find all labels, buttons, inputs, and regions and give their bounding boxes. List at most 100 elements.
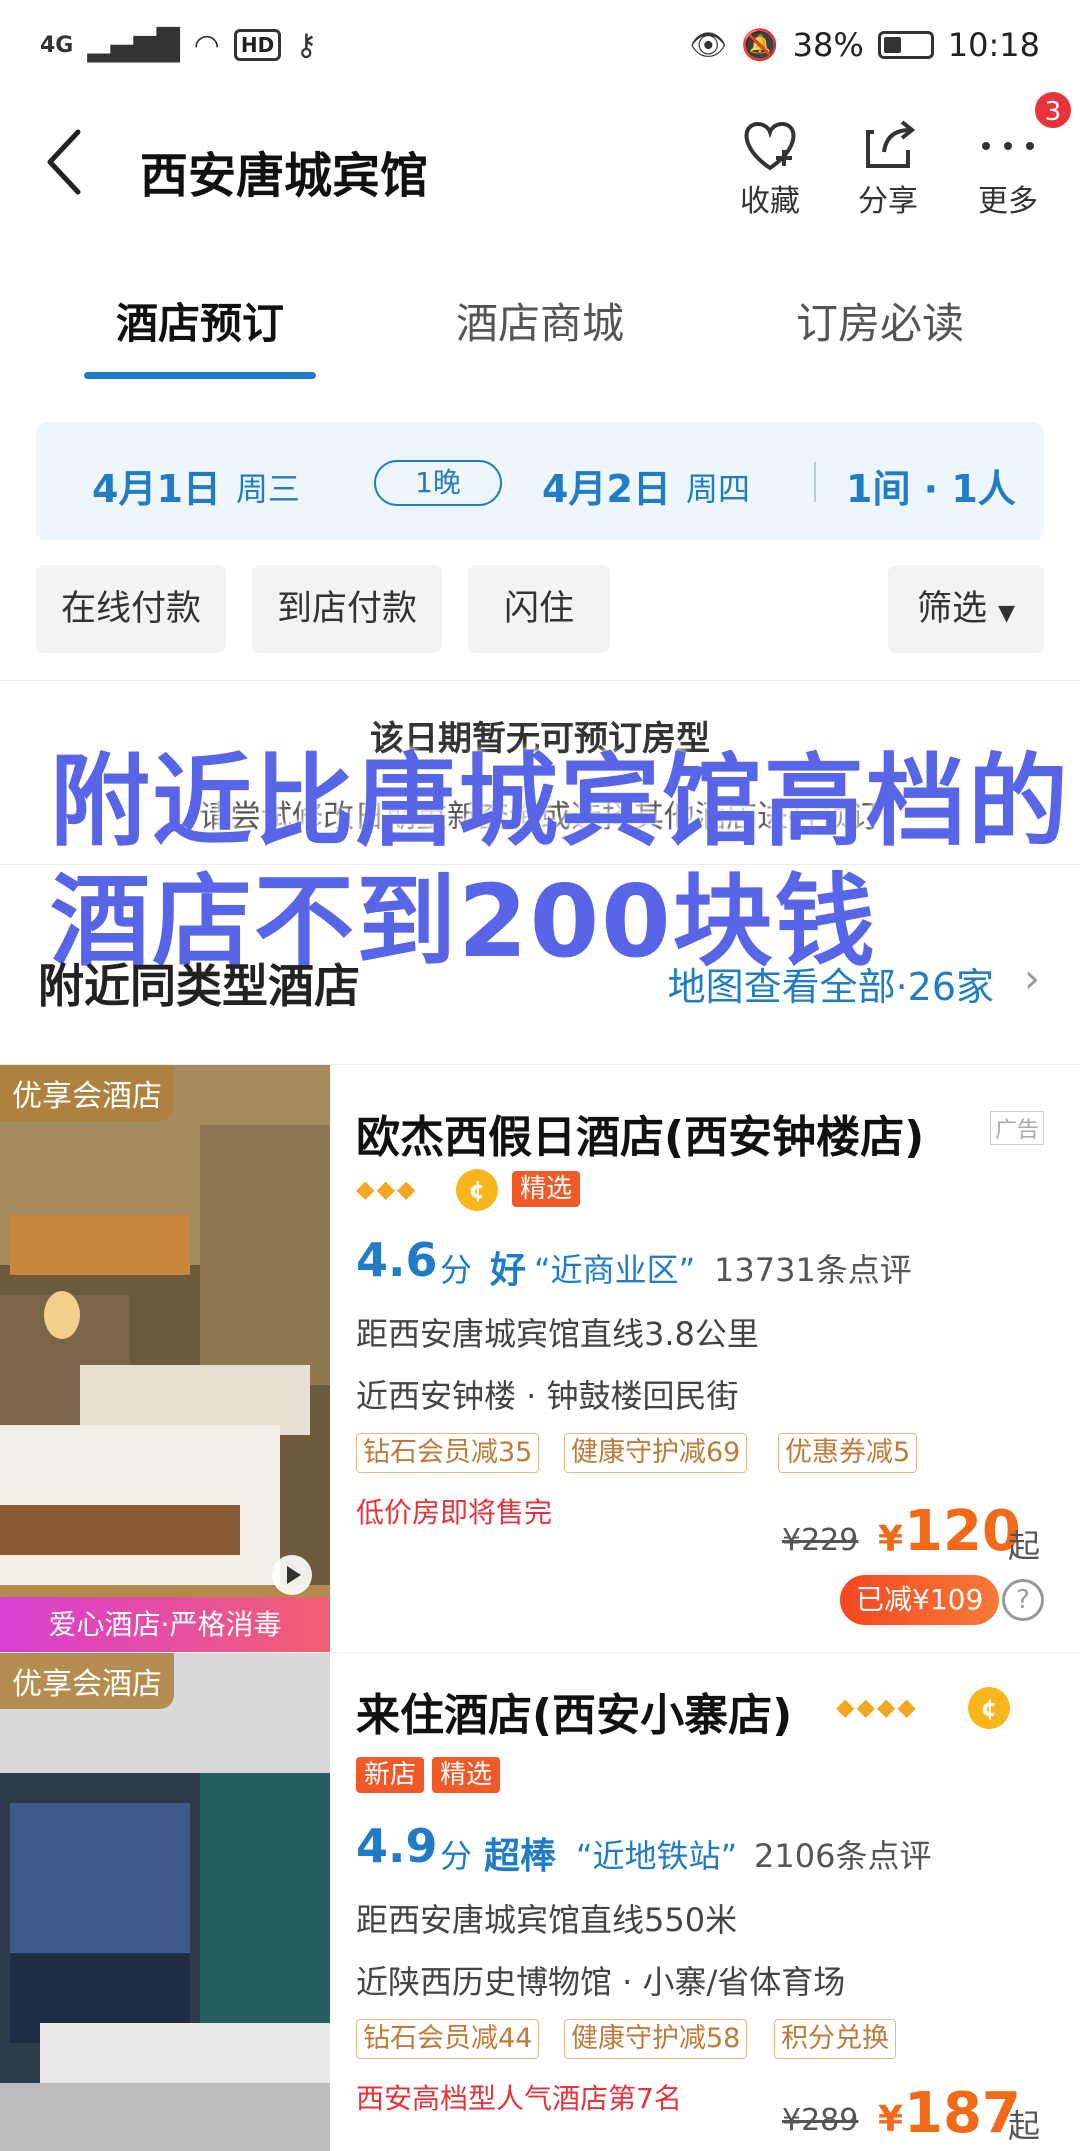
currency-symbol: ¥ <box>878 2099 904 2140</box>
score-tag: “近商业区” <box>534 1251 696 1289</box>
filter-flash-stay[interactable]: 闪住 <box>468 565 610 653</box>
share-icon <box>866 120 916 168</box>
diamond-rating-icon: ◆◆◆ <box>356 1175 418 1203</box>
hotel-info: 欧杰西假日酒店(西安钟楼店) 广告 ◆◆◆ ¢ 精选 4.6 分 好 “近商业区… <box>356 1065 1056 1653</box>
promo-tag: 钻石会员减44 <box>356 2019 540 2059</box>
hotel-card[interactable]: 优享会酒店 来住酒店(西安小寨店) ◆◆◆◆ ¢ 新店 精选 4.9 分 超棒 … <box>0 1652 1080 2151</box>
checkin-weekday: 周三 <box>236 470 301 508</box>
hotel-photo[interactable]: 优享会酒店 <box>0 1653 330 2151</box>
header: 西安唐城宾馆 收藏 分享 更多 3 <box>0 90 1080 250</box>
checkout-weekday: 周四 <box>686 470 751 508</box>
battery-fill <box>883 37 901 53</box>
distance: 距西安唐城宾馆直线550米 <box>356 1901 738 1939</box>
promo-tag: 健康守护减69 <box>564 1433 748 1473</box>
tab-bar: 酒店预订 酒店商城 订房必读 <box>0 270 1080 380</box>
score: 4.6 <box>356 1233 438 1287</box>
score-unit: 分 <box>440 1251 473 1289</box>
price-suffix: 起 <box>1008 1527 1041 1565</box>
tab-booking-notes[interactable]: 订房必读 <box>796 290 964 351</box>
chevron-right-icon: › <box>1024 956 1040 1002</box>
caret-down-icon: ▼ <box>998 601 1016 626</box>
ad-tag: 广告 <box>990 1111 1045 1145</box>
page-title: 西安唐城宾馆 <box>140 148 429 204</box>
hotel-name[interactable]: 欧杰西假日酒店(西安钟楼店) <box>356 1101 924 1165</box>
score: 4.9 <box>356 1819 438 1873</box>
badge-new: 新店 <box>356 1757 425 1793</box>
more-label: 更多 <box>978 184 1038 219</box>
review-count[interactable]: 2106条点评 <box>754 1831 931 1877</box>
low-stock-note: 低价房即将售完 <box>356 1496 553 1529</box>
filter-label: 筛选 <box>916 589 987 629</box>
score-word: 好 <box>490 1250 527 1291</box>
filter-online-pay[interactable]: 在线付款 <box>36 565 226 653</box>
currency-symbol: ¥ <box>878 1519 904 1560</box>
price: 187 <box>904 2081 1021 2146</box>
back-arrow-icon[interactable] <box>40 122 100 202</box>
battery-icon <box>877 31 934 59</box>
discount-badge: 已减¥109 <box>840 1575 1000 1625</box>
filter-button[interactable]: 筛选 ▼ <box>888 565 1044 653</box>
promo-tag: 钻石会员减35 <box>356 1433 540 1473</box>
original-price: ¥289 <box>782 2103 859 2138</box>
score-unit: 分 <box>440 1837 473 1875</box>
thumb-tag: 优享会酒店 <box>0 1653 174 1709</box>
active-tab-indicator <box>84 372 316 379</box>
mute-bell-icon: 🔕 <box>741 27 779 63</box>
section-title: 附近同类型酒店 <box>38 959 360 1013</box>
ranking-note: 西安高档型人气酒店第7名 <box>356 2082 682 2115</box>
price: 120 <box>904 1499 1021 1564</box>
share-label: 分享 <box>858 184 918 219</box>
review-count[interactable]: 13731条点评 <box>714 1245 912 1291</box>
thumb-tag: 优享会酒店 <box>0 1065 174 1121</box>
filter-pay-at-hotel[interactable]: 到店付款 <box>252 565 442 653</box>
clock: 10:18 <box>947 26 1040 64</box>
eye-icon: 👁 <box>689 27 728 63</box>
gold-coin-icon: ¢ <box>456 1169 498 1211</box>
promo-tag: 优惠券减5 <box>778 1433 918 1473</box>
help-icon[interactable]: ? <box>1002 1579 1044 1621</box>
hotel-name[interactable]: 来住酒店(西安小寨店) <box>356 1679 792 1743</box>
promo-tag: 健康守护减58 <box>564 2019 748 2059</box>
score-word: 超棒 <box>484 1836 557 1877</box>
status-bar: 4G ▂▄▆█ ◠ HD ⚷ 👁 🔕 38% 10:18 <box>0 0 1080 90</box>
diamond-rating-icon: ◆◆◆◆ <box>836 1693 918 1721</box>
signal-bars-icon: ▂▄▆█ <box>87 27 180 63</box>
wifi-icon: ◠ <box>193 27 220 63</box>
checkout-date[interactable]: 4月2日 <box>542 458 671 513</box>
distance: 距西安唐城宾馆直线3.8公里 <box>356 1315 759 1353</box>
score-tag: “近地铁站” <box>576 1837 738 1875</box>
location: 近西安钟楼 · 钟鼓楼回民街 <box>356 1377 739 1415</box>
date-selector[interactable]: 4月1日 周三 1晚 4月2日 周四 1间 · 1人 <box>36 422 1044 540</box>
hotel-room-image <box>0 1653 330 2151</box>
thumb-bottom-tag: 爱心酒店·严格消毒 <box>0 1597 330 1653</box>
gold-coin-icon: ¢ <box>968 1687 1010 1729</box>
share-button[interactable]: 分享 <box>838 110 938 220</box>
hotel-card[interactable]: 优享会酒店 爱心酒店·严格消毒 欧杰西假日酒店(西安钟楼店) 广告 ◆◆◆ ¢ … <box>0 1064 1080 1653</box>
rooms-guests[interactable]: 1间 · 1人 <box>846 458 1016 513</box>
tab-hotel-mall[interactable]: 酒店商城 <box>456 290 624 351</box>
heart-plus-icon <box>744 121 796 171</box>
tab-hotel-booking[interactable]: 酒店预订 <box>116 290 284 351</box>
favorite-label: 收藏 <box>740 184 800 219</box>
key-icon: ⚷ <box>295 27 318 63</box>
play-video-icon[interactable] <box>272 1555 312 1595</box>
favorite-button[interactable]: 收藏 <box>720 110 820 220</box>
hotel-info: 来住酒店(西安小寨店) ◆◆◆◆ ¢ 新店 精选 4.9 分 超棒 “近地铁站”… <box>356 1653 1056 2151</box>
notification-badge: 3 <box>1033 90 1073 130</box>
hd-icon: HD <box>233 29 282 61</box>
nearby-section-header: 附近同类型酒店 地图查看全部·26家 › <box>0 950 1080 1013</box>
original-price: ¥229 <box>782 1523 859 1558</box>
promo-tag: 积分兑换 <box>774 2019 896 2059</box>
divider <box>814 462 816 502</box>
signal-icon: 4G <box>40 32 74 58</box>
checkin-date[interactable]: 4月1日 <box>92 458 221 513</box>
badge-selected: 精选 <box>432 1757 501 1793</box>
hotel-photo[interactable]: 优享会酒店 爱心酒店·严格消毒 <box>0 1065 330 1653</box>
badge-selected: 精选 <box>512 1171 581 1207</box>
battery-percent: 38% <box>792 26 864 64</box>
map-view-all-link[interactable]: 地图查看全部·26家 <box>668 956 994 1011</box>
price-suffix: 起 <box>1008 2107 1041 2145</box>
filter-bar: 在线付款 到店付款 闪住 筛选 ▼ <box>0 565 1080 655</box>
location: 近陕西历史博物馆 · 小寨/省体育场 <box>356 1963 846 2001</box>
nights-count: 1晚 <box>374 460 502 506</box>
